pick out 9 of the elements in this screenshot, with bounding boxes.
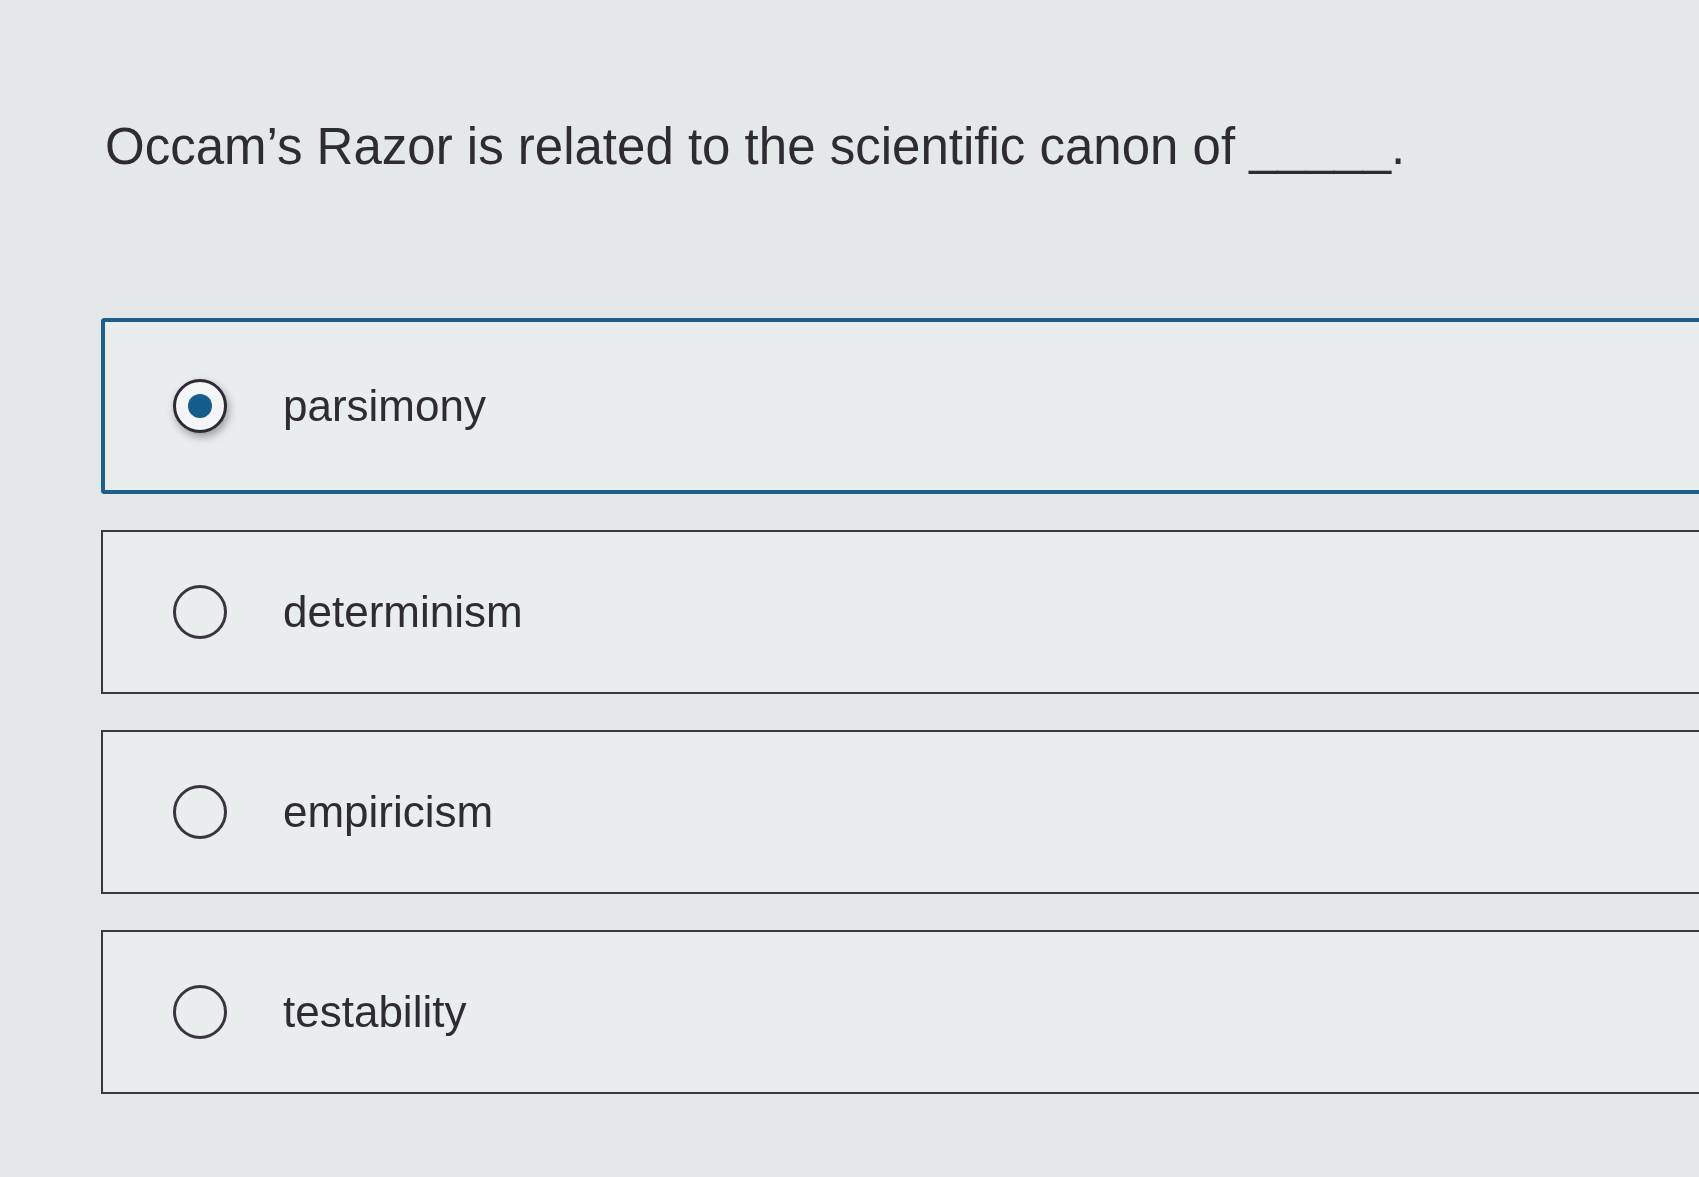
answer-option[interactable]: determinism <box>101 530 1699 694</box>
answer-option[interactable]: parsimony <box>101 318 1699 494</box>
answer-option[interactable]: testability <box>101 930 1699 1094</box>
radio-button[interactable] <box>173 785 227 839</box>
question-text: Occam’s Razor is related to the scientific canon of _____. <box>105 117 1406 177</box>
radio-button[interactable] <box>173 379 227 433</box>
answer-option[interactable]: empiricism <box>101 730 1699 894</box>
radio-button[interactable] <box>173 985 227 1039</box>
radio-button[interactable] <box>173 585 227 639</box>
